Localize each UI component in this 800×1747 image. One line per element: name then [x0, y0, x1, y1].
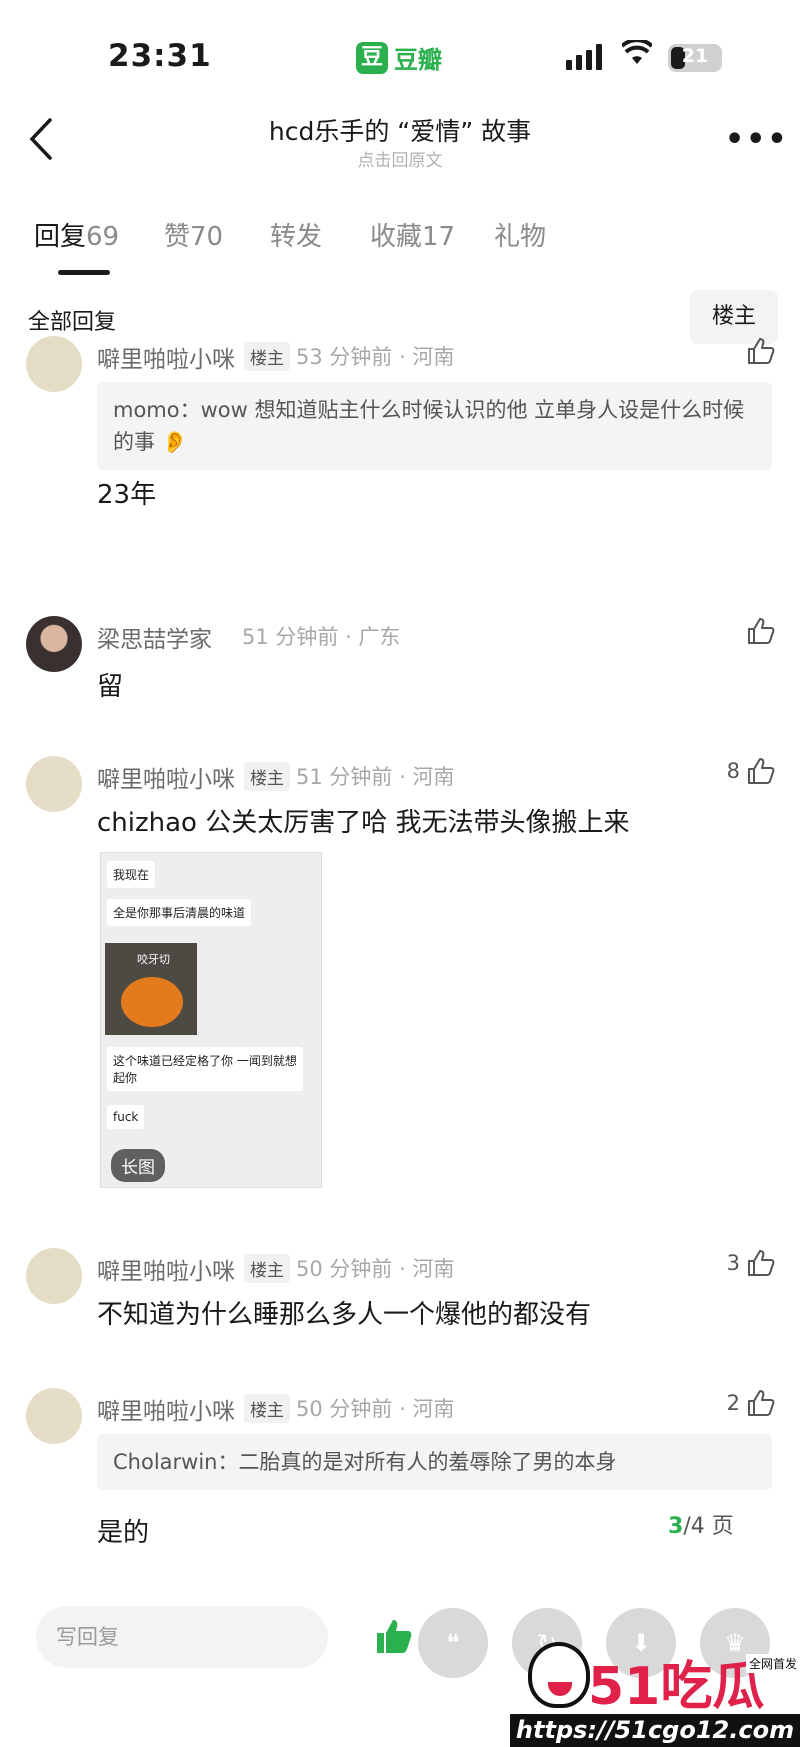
thumbs-up-icon [748, 618, 775, 644]
watermark-url: https://51cgo12.com [510, 1714, 800, 1747]
more-options-button[interactable]: ••• [725, 122, 789, 157]
op-badge: 楼主 [244, 1394, 290, 1423]
status-app-name: 豆瓣 [394, 46, 442, 74]
thumbs-up-icon [748, 1390, 775, 1416]
status-time: 23:31 [108, 38, 212, 74]
page-indicator[interactable]: 3/4 页 [668, 1508, 734, 1540]
avatar[interactable] [26, 1388, 82, 1444]
watermark-mascot-icon [528, 1642, 590, 1708]
comment-meta: 50 分钟前 · 河南 [296, 1257, 455, 1281]
quote-icon: ❝ [446, 1629, 460, 1657]
tab-collections[interactable]: 收藏17 [370, 216, 455, 253]
image-text-line: 这个味道已经定格了你 一闻到就想起你 [107, 1047, 303, 1091]
comment-author[interactable]: 噼里啪啦小咪 [97, 340, 235, 374]
like-button[interactable]: 3 [727, 1248, 776, 1278]
pumpkin-photo: 咬牙切 [105, 943, 197, 1035]
more-dots-icon: ••• [725, 122, 789, 157]
status-bar: 23:31 豆 豆瓣 21 [0, 0, 800, 110]
all-replies-heading: 全部回复 [28, 310, 117, 335]
quoted-reply[interactable]: Cholarwin：二胎真的是对所有人的羞辱除了男的本身 [97, 1434, 772, 1490]
thumbs-up-icon [748, 1250, 775, 1276]
comment-meta: 51 分钟前 · 河南 [296, 765, 455, 789]
nav-header: hcd乐手的 “爱情” 故事 点击回原文 ••• [0, 100, 800, 180]
wifi-icon [620, 38, 654, 73]
like-button[interactable] [746, 336, 776, 366]
comment-meta: 53 分钟前 · 河南 [296, 345, 455, 369]
tab-likes[interactable]: 赞70 [164, 216, 223, 253]
comment-author[interactable]: 梁思喆学家 [97, 620, 212, 654]
like-count: 3 [726, 1251, 740, 1275]
reply-input[interactable]: 写回复 [36, 1606, 328, 1668]
battery-icon: 21 [668, 44, 722, 72]
watermark-logo: 51吃瓜 [588, 1657, 765, 1717]
image-text-line: fuck [107, 1105, 145, 1129]
avatar[interactable] [26, 1248, 82, 1304]
avatar[interactable] [26, 336, 82, 392]
image-text-line: 全是你那事后清晨的味道 [107, 899, 252, 926]
long-image-badge: 长图 [111, 1149, 165, 1182]
like-button[interactable]: 2 [727, 1388, 776, 1418]
thumbs-up-filled-icon [377, 1620, 412, 1653]
like-button[interactable] [746, 616, 776, 646]
like-count: 8 [726, 759, 740, 783]
image-text-line: 我现在 [107, 861, 156, 888]
comment-text: 留 [97, 672, 124, 702]
cellular-signal-icon [566, 44, 602, 70]
comment-text: 23年 [97, 480, 157, 510]
battery-level: 21 [681, 45, 709, 67]
status-app-indicator: 豆 豆瓣 [356, 40, 442, 75]
douban-logo-icon: 豆 [356, 41, 388, 74]
image-caption: 咬牙切 [137, 953, 170, 966]
tab-replies[interactable]: 回复69 [34, 216, 119, 253]
tab-reposts[interactable]: 转发 [270, 216, 322, 253]
comment-meta: 50 分钟前 · 河南 [296, 1397, 455, 1421]
watermark-tag: 全网首发 [746, 1654, 800, 1673]
quoted-reply[interactable]: momo：wow 想知道贴主什么时候认识的他 立单身人设是什么时候的事 👂 [97, 382, 772, 470]
site-watermark: 51吃瓜 全网首发 https://51cgo12.com [510, 1640, 800, 1747]
like-post-button[interactable] [374, 1616, 414, 1660]
view-original-link[interactable]: 点击回原文 [0, 146, 800, 171]
comment-author[interactable]: 噼里啪啦小咪 [97, 760, 235, 794]
tab-bar: 回复69 赞70 转发 收藏17 礼物 [0, 216, 800, 276]
comment-button[interactable]: ❝ [418, 1608, 488, 1678]
op-badge: 楼主 [244, 342, 290, 371]
avatar[interactable] [26, 616, 82, 672]
op-badge: 楼主 [244, 762, 290, 791]
thumbs-up-icon [748, 338, 775, 364]
comment-meta: 51 分钟前 · 广东 [242, 625, 401, 649]
thumbs-up-icon [748, 758, 775, 784]
attached-long-image[interactable]: 我现在 全是你那事后清晨的味道 咬牙切 这个味道已经定格了你 一闻到就想起你 f… [100, 852, 322, 1188]
comment-text: 不知道为什么睡那么多人一个爆他的都没有 [97, 1300, 592, 1330]
like-button[interactable]: 8 [727, 756, 776, 786]
comment-text: 是的 [97, 1518, 150, 1548]
comment-text: chizhao 公关太厉害了哈 我无法带头像搬上来 [97, 808, 630, 838]
comment-author[interactable]: 噼里啪啦小咪 [97, 1252, 235, 1286]
comment-author[interactable]: 噼里啪啦小咪 [97, 1392, 235, 1426]
like-count: 2 [726, 1391, 740, 1415]
tab-gifts[interactable]: 礼物 [494, 216, 546, 253]
tab-indicator [58, 270, 110, 275]
op-badge: 楼主 [244, 1254, 290, 1283]
avatar[interactable] [26, 756, 82, 812]
page-title: hcd乐手的 “爱情” 故事 [268, 117, 532, 146]
